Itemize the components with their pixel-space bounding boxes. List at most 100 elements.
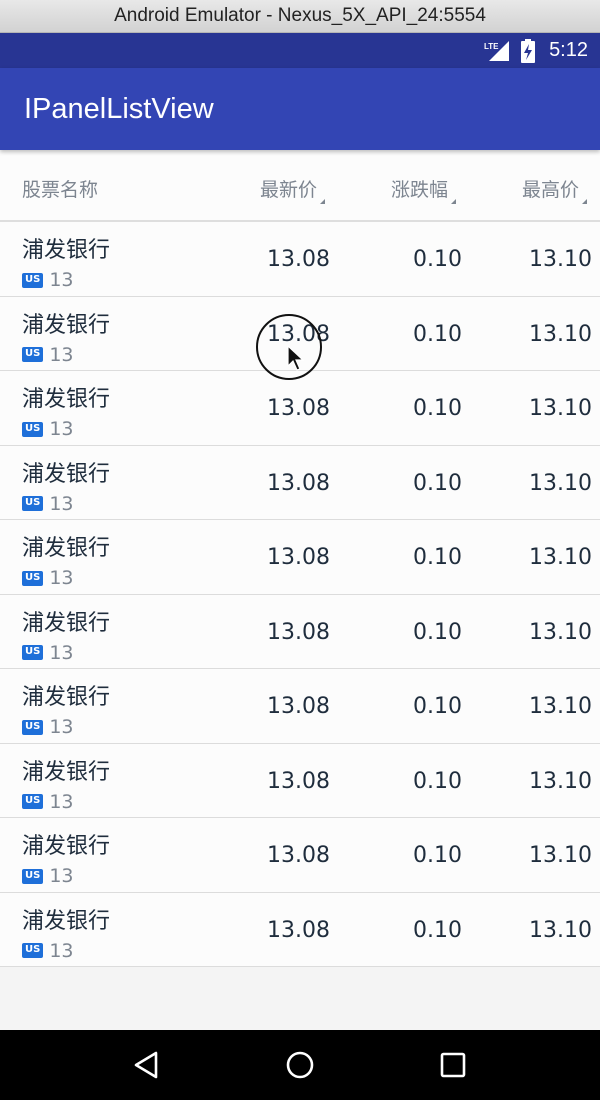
network-type-label: LTE: [484, 42, 499, 51]
change-percent: 0.10: [413, 694, 462, 719]
change-percent: 0.10: [413, 843, 462, 868]
change-percent: 0.10: [413, 321, 462, 347]
stock-table: 股票名称 最新价 涨跌幅 最高价 浦发银行 US 13 13.08 0.10 1…: [0, 150, 600, 967]
market-badge: US: [22, 943, 44, 958]
stock-name: 浦发银行: [22, 759, 111, 785]
stock-code-group: US 13: [22, 567, 74, 589]
change-percent: 0.10: [413, 917, 462, 943]
stock-name: 浦发银行: [22, 834, 111, 859]
stock-name: 浦发银行: [22, 685, 111, 710]
table-row[interactable]: 浦发银行 US 13 13.08 0.10 13.10: [0, 222, 600, 297]
market-badge: US: [22, 272, 44, 288]
table-row[interactable]: 浦发银行 US 13 13.08 0.10 13.10: [0, 743, 600, 818]
header-change[interactable]: 涨跌幅: [391, 175, 457, 204]
header-high[interactable]: 最高价: [522, 175, 588, 204]
table-row[interactable]: 浦发银行 US 13 13.08 0.10 13.10: [0, 520, 600, 595]
back-triangle-icon[interactable]: [117, 1035, 177, 1095]
market-badge: US: [22, 421, 44, 437]
latest-price: 13.08: [267, 545, 330, 570]
latest-price: 13.08: [267, 396, 330, 421]
market-badge: US: [22, 570, 44, 586]
stock-name: 浦发银行: [22, 610, 111, 636]
high-price: 13.10: [529, 470, 592, 496]
recents-square-icon[interactable]: [423, 1035, 483, 1095]
stock-code: 13: [49, 492, 74, 515]
window-title: Android Emulator - Nexus_5X_API_24:5554: [114, 5, 486, 26]
change-percent: 0.10: [413, 619, 462, 645]
stock-code: 13: [49, 790, 74, 813]
change-percent: 0.10: [413, 396, 462, 421]
stock-code: 13: [49, 418, 74, 440]
market-badge: US: [22, 645, 44, 660]
table-row[interactable]: 浦发银行 US 13 13.08 0.10 13.10: [0, 371, 600, 446]
latest-price: 13.08: [267, 768, 330, 794]
signal-icon: LTE: [483, 40, 511, 62]
change-percent: 0.10: [413, 470, 462, 496]
stock-name: 浦发银行: [22, 536, 111, 561]
high-price: 13.10: [529, 321, 592, 347]
stock-code-group: US 13: [22, 865, 74, 887]
latest-price: 13.08: [267, 917, 330, 943]
latest-price: 13.08: [267, 247, 330, 272]
change-percent: 0.10: [413, 247, 462, 272]
header-latest-price[interactable]: 最新价: [260, 175, 326, 204]
stock-name: 浦发银行: [22, 238, 111, 263]
table-header: 股票名称 最新价 涨跌幅 最高价: [0, 150, 600, 222]
stock-code-group: US 13: [22, 791, 74, 813]
stock-code-group: US 13: [22, 493, 74, 515]
market-badge: US: [22, 347, 44, 362]
stock-code: 13: [49, 567, 74, 589]
header-change-label: 涨跌幅: [391, 179, 449, 201]
stock-name: 浦发银行: [22, 312, 111, 338]
high-price: 13.10: [529, 917, 592, 943]
stock-code-group: US 13: [22, 716, 74, 738]
app-bar: IPanelListView: [0, 68, 600, 150]
android-status-bar: LTE 5:12: [0, 33, 600, 68]
stock-name: 浦发银行: [22, 461, 111, 487]
table-row[interactable]: 浦发银行 US 13 13.08 0.10 13.10: [0, 445, 600, 520]
sort-indicator-icon: [320, 199, 326, 204]
market-badge: US: [22, 496, 44, 511]
mouse-pointer-icon: [287, 345, 305, 371]
stock-code-group: US 13: [22, 940, 74, 962]
high-price: 13.10: [529, 247, 592, 272]
market-badge: US: [22, 868, 44, 884]
change-percent: 0.10: [413, 768, 462, 794]
table-row[interactable]: 浦发银行 US 13 13.08 0.10 13.10: [0, 669, 600, 744]
latest-price: 13.08: [267, 694, 330, 719]
latest-price: 13.08: [267, 843, 330, 868]
stock-code-group: US 13: [22, 269, 74, 291]
stock-code-group: US 13: [22, 642, 74, 664]
stock-list-panel[interactable]: 股票名称 最新价 涨跌幅 最高价 浦发银行 US 13 13.08 0.10 1…: [0, 150, 600, 1030]
change-percent: 0.10: [413, 545, 462, 570]
latest-price: 13.08: [267, 470, 330, 496]
status-time: 5:12: [549, 39, 588, 61]
stock-code: 13: [49, 865, 74, 887]
header-stock-name: 股票名称: [22, 179, 99, 201]
stock-code-group: US 13: [22, 418, 74, 440]
stock-code: 13: [49, 269, 74, 291]
header-high-label: 最高价: [522, 179, 580, 201]
stock-code: 13: [49, 939, 74, 962]
stock-code-group: US 13: [22, 344, 74, 366]
stock-name: 浦发银行: [22, 387, 111, 412]
table-row[interactable]: 浦发银行 US 13 13.08 0.10 13.10: [0, 892, 600, 967]
table-row[interactable]: 浦发银行 US 13 13.08 0.10 13.10: [0, 818, 600, 893]
window-titlebar: Android Emulator - Nexus_5X_API_24:5554: [0, 0, 600, 33]
stock-code: 13: [49, 343, 74, 366]
market-badge: US: [22, 794, 44, 809]
header-latest-price-label: 最新价: [260, 179, 318, 201]
battery-charging-icon: [521, 38, 536, 63]
high-price: 13.10: [529, 619, 592, 645]
stock-code: 13: [49, 641, 74, 664]
high-price: 13.10: [529, 843, 592, 868]
high-price: 13.10: [529, 545, 592, 570]
high-price: 13.10: [529, 768, 592, 794]
stock-code: 13: [49, 716, 74, 738]
latest-price: 13.08: [267, 619, 330, 645]
home-circle-icon[interactable]: [270, 1035, 330, 1095]
stock-name: 浦发银行: [22, 908, 111, 934]
table-row[interactable]: 浦发银行 US 13 13.08 0.10 13.10: [0, 594, 600, 669]
high-price: 13.10: [529, 396, 592, 421]
market-badge: US: [22, 719, 44, 735]
